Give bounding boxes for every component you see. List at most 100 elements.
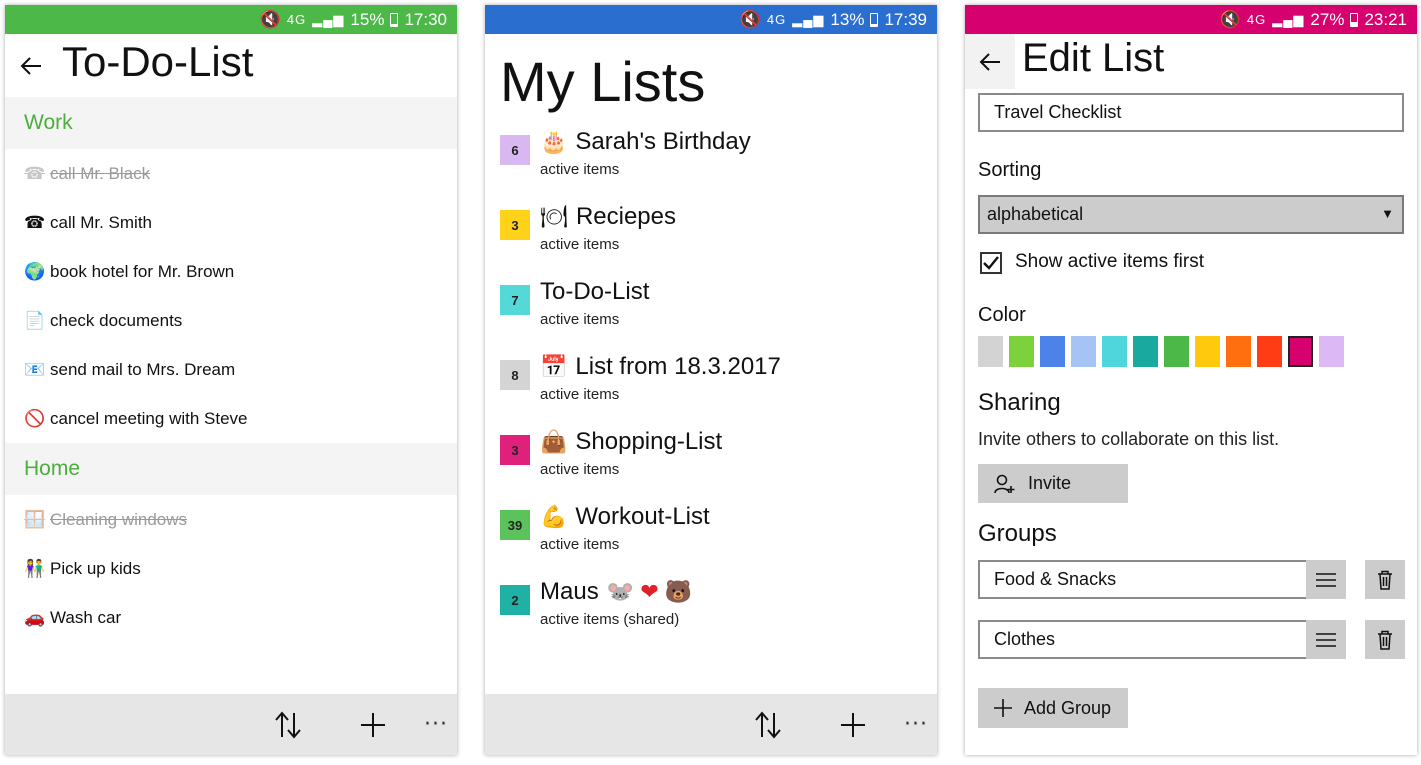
add-button[interactable] [348, 694, 398, 755]
color-picker [978, 336, 1344, 367]
sorting-value: alphabetical [987, 204, 1084, 224]
header: Edit List [965, 34, 1417, 97]
dropdown-arrow-icon: ▼ [1381, 206, 1394, 221]
add-button[interactable] [828, 694, 878, 755]
task-item[interactable]: 🚫 cancel meeting with Steve [5, 394, 457, 443]
add-group-button[interactable]: Add Group [978, 688, 1128, 728]
task-text: book hotel for Mr. Brown [50, 261, 235, 281]
color-label: Color [978, 304, 1026, 326]
signal-icon: 4G [286, 12, 307, 27]
task-text: Wash car [50, 607, 122, 627]
item-count-badge: 7 [500, 285, 530, 315]
color-swatch[interactable] [1257, 336, 1282, 367]
color-swatch[interactable] [1040, 336, 1065, 367]
drag-handle[interactable] [1306, 620, 1346, 659]
hamburger-icon [1316, 572, 1336, 587]
list-name: To-Do-List [540, 278, 649, 306]
task-item[interactable]: 🪟 Cleaning windows [5, 495, 457, 544]
task-item[interactable]: 🚗 Wash car [5, 593, 457, 642]
show-active-first-checkbox[interactable] [980, 252, 1002, 274]
plus-icon [994, 699, 1012, 717]
flexed-biceps-icon: 💪 [540, 504, 568, 529]
back-button[interactable] [5, 34, 57, 97]
color-swatch[interactable] [1319, 336, 1344, 367]
group-name-input[interactable]: Food & Snacks [978, 560, 1308, 599]
task-text: Pick up kids [50, 558, 141, 578]
task-item[interactable]: 📄 check documents [5, 296, 457, 345]
list-subtitle: active items [540, 386, 620, 403]
sort-icon [755, 710, 781, 739]
color-swatch[interactable] [978, 336, 1003, 367]
color-swatch[interactable] [1164, 336, 1189, 367]
my-lists-screen: 🔇 4G ▂▄▆ 13% 17:39 My Lists 6 🎂 Sarah's Bi… [485, 5, 937, 755]
sharing-heading: Sharing [978, 389, 1061, 416]
list-item[interactable]: 2 Maus 🐭 ❤ 🐻 active items (shared) [500, 578, 920, 641]
more-button[interactable]: ··· [891, 694, 937, 755]
signal-bars-icon: ▂▄▆ [792, 11, 825, 27]
sort-button[interactable] [743, 694, 793, 755]
color-swatch[interactable] [1288, 336, 1313, 367]
group-name-input[interactable]: Clothes [978, 620, 1308, 659]
item-count-badge: 3 [500, 210, 530, 240]
list-name: 👜 Shopping-List [540, 428, 722, 456]
checkmark-icon [983, 256, 999, 270]
item-count-badge: 6 [500, 135, 530, 165]
item-count-badge: 3 [500, 435, 530, 465]
signal-bars-icon: ▂▄▆ [312, 11, 345, 27]
task-item[interactable]: 🌍 book hotel for Mr. Brown [5, 247, 457, 296]
list-item[interactable]: 3 🍽 Reciepes active items [500, 203, 920, 266]
task-groups: Work ☎ call Mr. Black ☎ call Mr. Smith 🌍 book … [5, 97, 457, 642]
list-item[interactable]: 6 🎂 Sarah's Birthday active items [500, 128, 920, 191]
invite-button[interactable]: Invite [978, 464, 1128, 503]
clock: 17:30 [404, 9, 447, 29]
calendar-icon: 📅 [540, 354, 568, 379]
task-item[interactable]: 📧 send mail to Mrs. Dream [5, 345, 457, 394]
more-button[interactable]: ··· [411, 694, 457, 755]
color-swatch[interactable] [1102, 336, 1127, 367]
group-header: Home [5, 443, 457, 495]
list-name-text: Sarah's Birthday [575, 128, 751, 155]
sort-icon [275, 710, 301, 739]
prohibited-icon: 🚫 [24, 408, 46, 428]
task-item[interactable]: 👫 Pick up kids [5, 544, 457, 593]
list-name-text: To-Do-List [540, 278, 650, 305]
task-text: send mail to Mrs. Dream [50, 359, 236, 379]
color-swatch[interactable] [1071, 336, 1096, 367]
color-swatch[interactable] [1195, 336, 1220, 367]
list-item[interactable]: 7 To-Do-List active items [500, 278, 920, 341]
handbag-icon: 👜 [540, 429, 568, 454]
list-item[interactable]: 39 💪 Workout-List active items [500, 503, 920, 566]
list-subtitle: active items [540, 161, 620, 178]
task-item[interactable]: ☎ call Mr. Black [5, 149, 457, 198]
list-name: 🍽 Reciepes [540, 203, 676, 231]
plate-icon: 🍽 [540, 204, 568, 229]
sorting-label: Sorting [978, 159, 1042, 181]
task-item[interactable]: ☎ call Mr. Smith [5, 198, 457, 247]
telephone-icon: ☎ [24, 212, 46, 232]
sort-button[interactable] [263, 694, 313, 755]
mute-icon: 🔇 [1219, 9, 1241, 29]
battery-percent: 27% [1310, 9, 1345, 29]
delete-group-button[interactable] [1365, 560, 1405, 599]
page-title: Edit List [1022, 36, 1165, 80]
battery-icon [390, 12, 399, 27]
birthday-cake-icon: 🎂 [540, 129, 568, 154]
battery-percent: 15% [350, 9, 385, 29]
list-item[interactable]: 8 📅 List from 18.3.2017 active items [500, 353, 920, 416]
back-button[interactable] [965, 34, 1015, 89]
list-name-input[interactable]: Travel Checklist [978, 93, 1404, 132]
signal-icon: 4G [766, 12, 787, 27]
list-item[interactable]: 3 👜 Shopping-List active items [500, 428, 920, 491]
add-group-label: Add Group [1024, 697, 1112, 718]
task-text: Cleaning windows [50, 509, 188, 529]
sorting-select[interactable]: alphabetical ▼ [978, 195, 1404, 234]
task-text: call Mr. Smith [50, 212, 153, 232]
color-swatch[interactable] [1133, 336, 1158, 367]
trash-icon [1378, 570, 1392, 590]
delete-group-button[interactable] [1365, 620, 1405, 659]
item-count-badge: 2 [500, 585, 530, 615]
item-count-badge: 39 [500, 510, 530, 540]
drag-handle[interactable] [1306, 560, 1346, 599]
color-swatch[interactable] [1009, 336, 1034, 367]
color-swatch[interactable] [1226, 336, 1251, 367]
